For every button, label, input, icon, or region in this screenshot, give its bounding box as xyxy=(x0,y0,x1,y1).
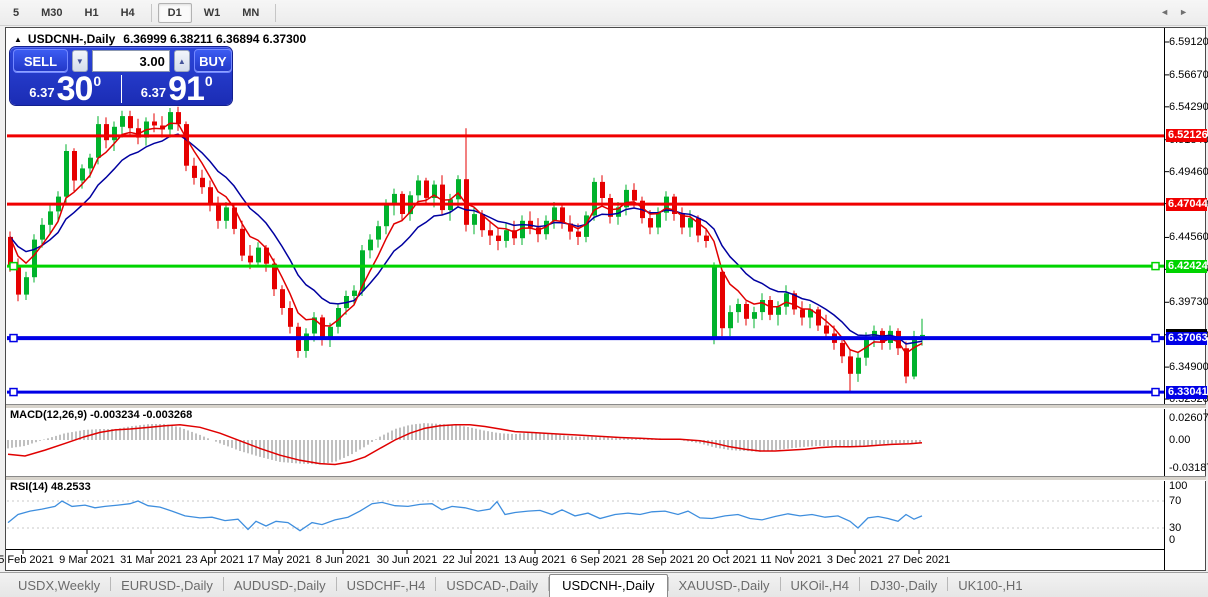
date-axis-label: 28 Sep 2021 xyxy=(631,554,695,566)
date-axis-label: 3 Dec 2021 xyxy=(826,554,884,566)
line-handle[interactable] xyxy=(9,387,18,397)
date-axis-label: 17 May 2021 xyxy=(247,554,311,566)
buy-price-big: 91 xyxy=(168,70,205,108)
volume-increase-button[interactable]: ▲ xyxy=(173,50,190,72)
macd-indicator-label: MACD(12,26,9) -0.003234 -0.003268 xyxy=(10,409,193,421)
date-axis-label: 30 Jun 2021 xyxy=(376,554,438,566)
macd-axis-label: -0.03187 xyxy=(1169,462,1208,474)
line-handle[interactable] xyxy=(1151,333,1160,343)
level-price-badge: 6.47044 xyxy=(1166,197,1208,211)
price-axis-label: 6.59120 xyxy=(1169,36,1208,48)
sell-price[interactable]: 6.37 30 0 xyxy=(10,70,121,108)
level-price-badge: 6.52126 xyxy=(1166,129,1208,143)
collapse-panel-icon[interactable]: ▲ xyxy=(14,35,22,44)
sell-price-small: 6.37 xyxy=(29,85,55,100)
volume-input[interactable] xyxy=(92,51,169,71)
date-axis-label: 31 Mar 2021 xyxy=(120,554,182,566)
chart-title: ▲ USDCNH-,Daily 6.36999 6.38211 6.36894 6.… xyxy=(14,32,306,46)
price-axis-label: 6.49460 xyxy=(1169,165,1208,178)
trade-prices-row: 6.37 30 0 6.37 91 0 xyxy=(10,70,233,108)
pane-splitter-rsi[interactable] xyxy=(6,476,1206,481)
level-price-badge: 6.42424 xyxy=(1166,259,1208,273)
date-axis-label: 15 Feb 2021 xyxy=(0,554,54,566)
axis-frame xyxy=(6,28,1169,570)
macd-axis-label: 0.02607 xyxy=(1169,412,1208,424)
level-price-badge: 6.33041 xyxy=(1166,385,1208,399)
line-handle[interactable] xyxy=(1151,387,1160,397)
volume-field-wrap xyxy=(91,50,170,72)
rsi-axis-label: 100 xyxy=(1169,480,1188,492)
date-axis-label: 6 Sep 2021 xyxy=(570,554,628,566)
level-price-badge: 6.37063 xyxy=(1166,331,1208,345)
rsi-axis-label: 30 xyxy=(1169,522,1182,534)
date-axis-label: 23 Apr 2021 xyxy=(185,554,245,566)
date-axis-label: 27 Dec 2021 xyxy=(887,554,951,566)
date-axis-label: 11 Nov 2021 xyxy=(760,554,822,566)
one-click-trading-panel: SELL ▼ ▲ BUY 6.37300 6.37910 xyxy=(10,47,233,108)
line-handle[interactable] xyxy=(1151,261,1160,271)
buy-price-small: 6.37 xyxy=(140,85,167,100)
line-handle[interactable] xyxy=(9,261,18,271)
date-axis-label: 20 Oct 2021 xyxy=(697,554,757,566)
horizontal-lines-layer xyxy=(7,134,1164,397)
sell-price-sup: 0 xyxy=(93,73,102,89)
price-axis-label: 6.34900 xyxy=(1169,361,1208,374)
rsi-axis-label: 70 xyxy=(1169,495,1182,507)
sell-price-big: 30 xyxy=(56,70,94,108)
date-axis-label: 22 Jul 2021 xyxy=(442,554,500,566)
price-axis-label: 6.39730 xyxy=(1169,296,1208,309)
chart-ohlc-values: 6.36999 6.38211 6.36894 6.37300 xyxy=(123,32,307,46)
date-axis-label: 13 Aug 2021 xyxy=(504,554,566,566)
price-axis-label: 6.44560 xyxy=(1169,231,1208,244)
buy-price-sup: 0 xyxy=(204,73,213,89)
macd-layer xyxy=(7,423,923,466)
mt4-terminal: 5 M30 H1 H4 D1 W1 MN ▲ USDCNH-,Daily 6.36999 6.3… xyxy=(0,0,1208,597)
price-axis-label: 6.54290 xyxy=(1169,100,1208,113)
rsi-layer xyxy=(7,500,1164,532)
buy-price[interactable]: 6.37 91 0 xyxy=(122,70,233,108)
line-handle[interactable] xyxy=(9,333,18,343)
date-axis-label: 8 Jun 2021 xyxy=(315,554,371,566)
rsi-indicator-label: RSI(14) 48.2533 xyxy=(10,481,91,493)
rsi-axis-label: 0 xyxy=(1169,534,1176,546)
price-axis-label: 6.56670 xyxy=(1169,68,1208,81)
date-axis-label: 9 Mar 2021 xyxy=(59,554,115,566)
candles-layer xyxy=(8,106,925,393)
volume-decrease-button[interactable]: ▼ xyxy=(71,50,88,72)
chart-symbol-period: USDCNH-,Daily xyxy=(27,32,116,46)
macd-axis-label: 0.00 xyxy=(1169,434,1191,446)
